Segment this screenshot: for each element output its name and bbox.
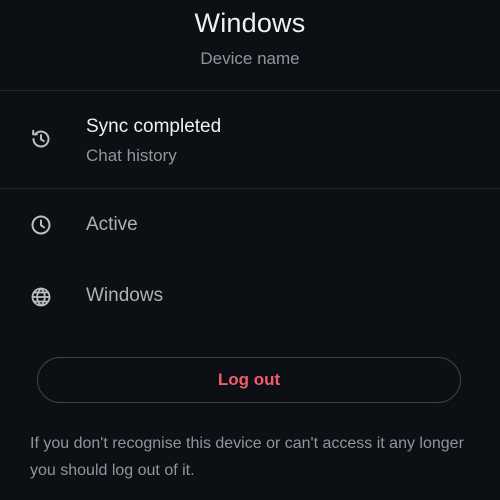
sync-status-subtitle: Chat history (86, 146, 177, 165)
logout-help-text: If you don't recognise this device or ca… (30, 435, 464, 479)
history-icon (29, 127, 53, 151)
sync-status-title: Sync completed (86, 116, 222, 137)
device-platform-label: Windows (86, 285, 164, 306)
logout-button[interactable]: Log out (37, 357, 461, 403)
device-title: Windows (194, 8, 306, 38)
logout-button-label: Log out (217, 370, 281, 389)
device-details-screen: Windows Device name Sync completed Chat … (0, 0, 500, 500)
divider (0, 90, 500, 91)
device-status-label: Active (86, 214, 138, 235)
device-subtitle: Device name (200, 49, 300, 68)
divider (0, 188, 500, 189)
globe-icon (29, 285, 53, 309)
clock-icon (29, 213, 53, 237)
